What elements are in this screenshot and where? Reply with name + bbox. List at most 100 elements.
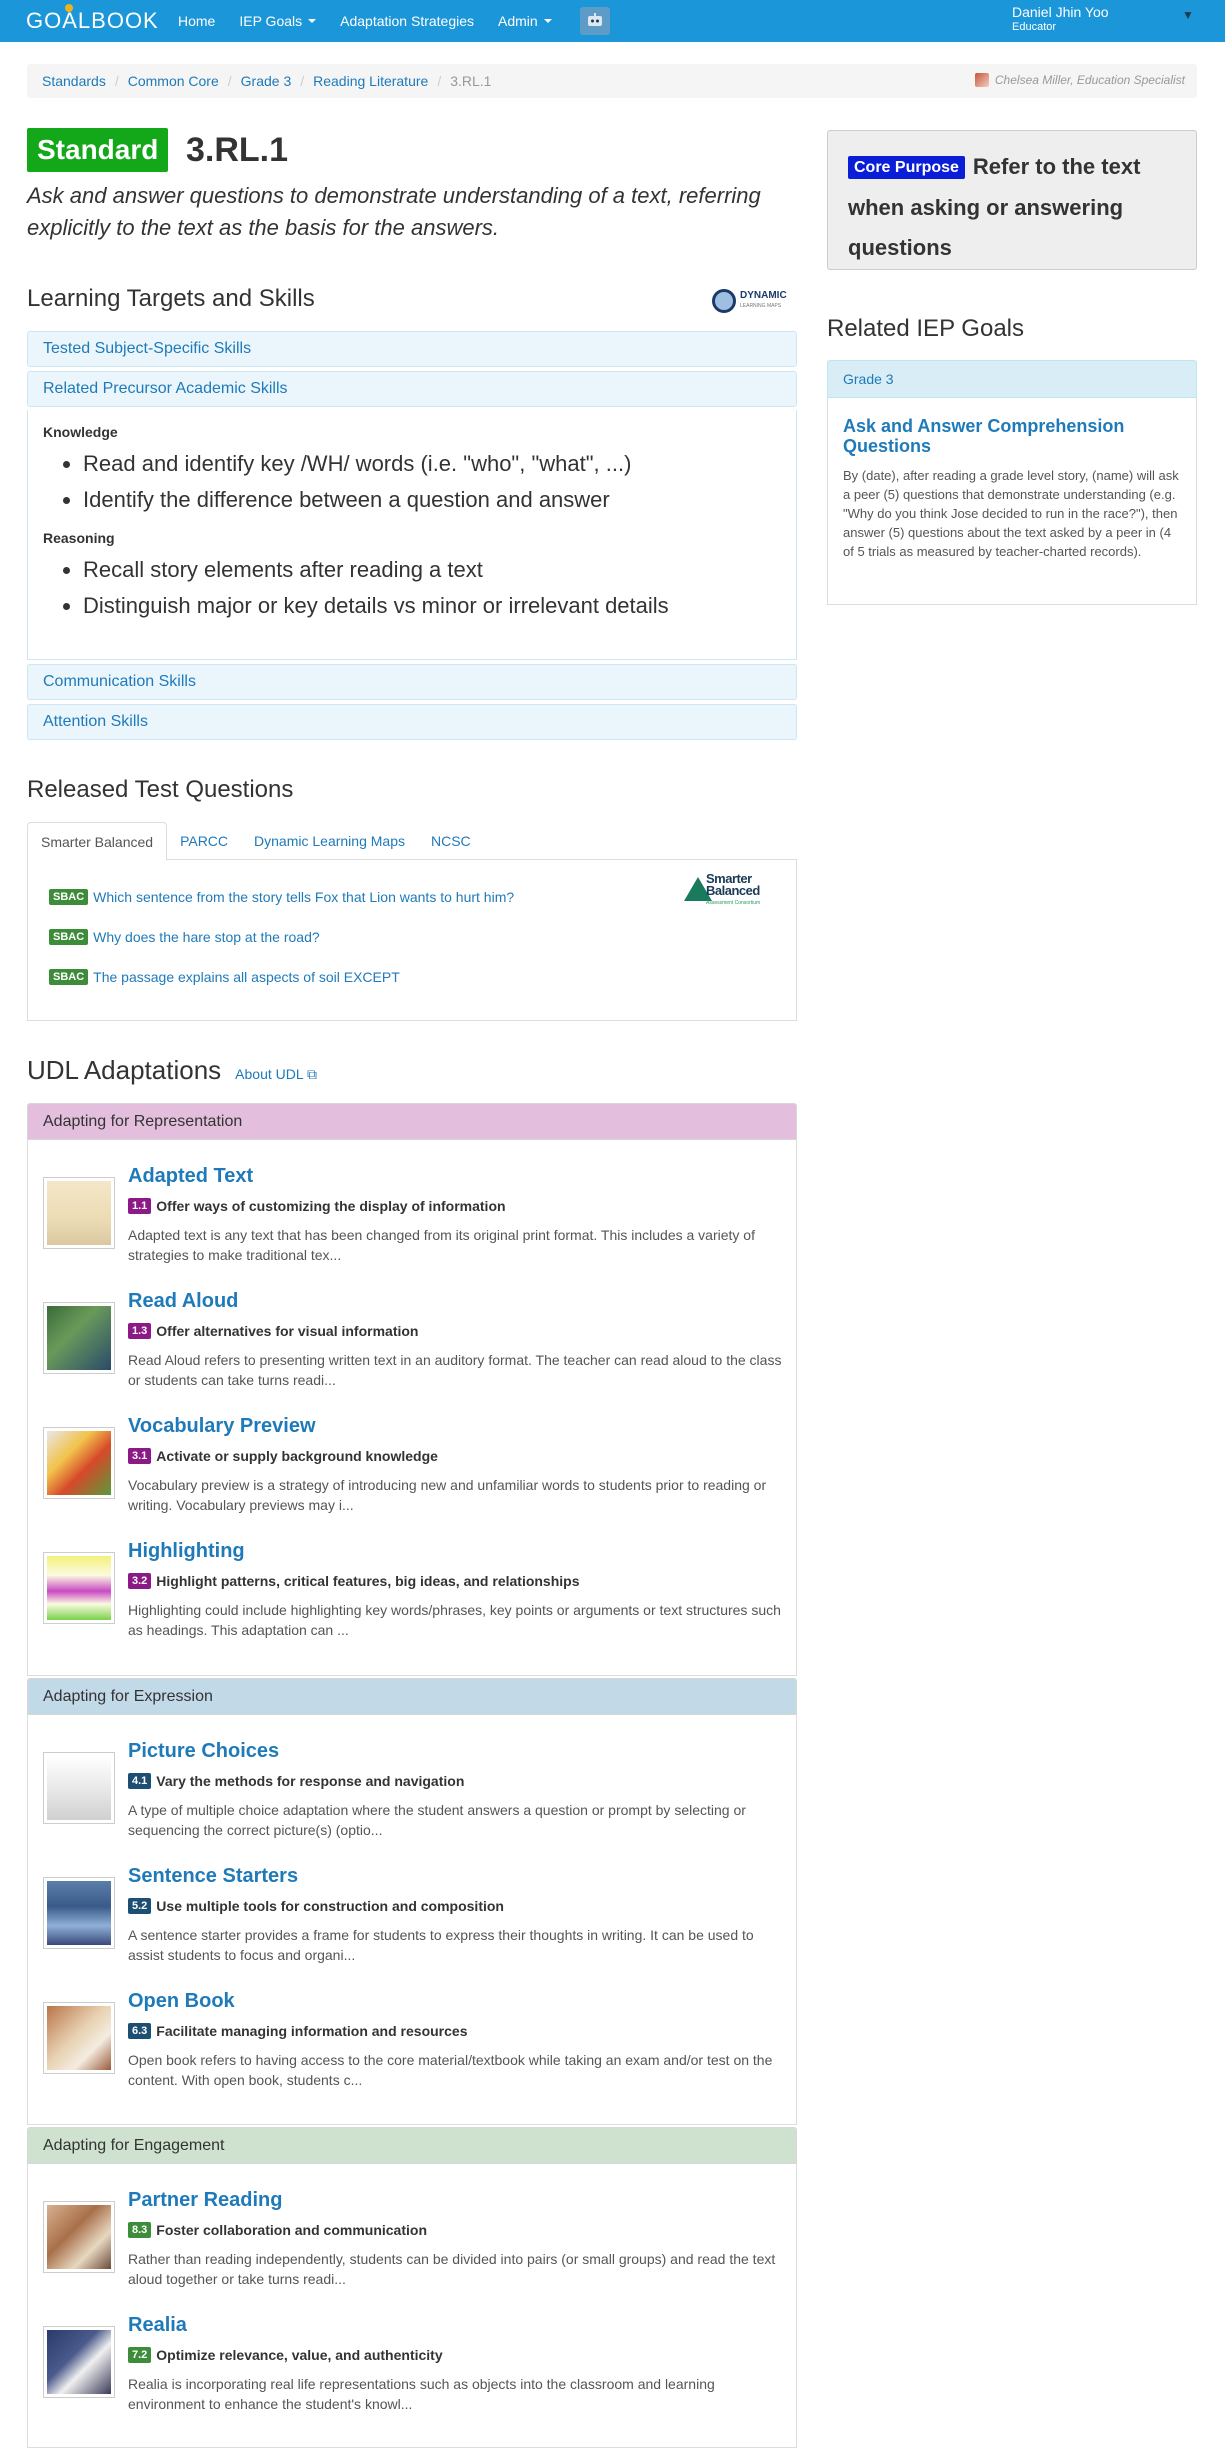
core-purpose-badge: Core Purpose [848,156,965,180]
udl-code-badge: 5.2 [128,1898,152,1914]
udl-item-description: Highlighting could include highlighting … [128,1602,781,1638]
breadcrumb-grade[interactable]: Grade 3 [241,73,292,89]
picture-choices-thumbnail[interactable] [43,1752,115,1824]
breadcrumb-current: 3.RL.1 [450,73,492,89]
read-aloud-thumbnail[interactable] [43,1302,115,1374]
udl-item[interactable]: Read Aloud 1.3 Offer alternatives for vis… [43,1290,783,1410]
udl-principle: 3.2 Highlight patterns, critical features… [128,1573,580,1589]
panel-attention-skills-label: Attention Skills [43,713,148,730]
test-question-link[interactable]: Which sentence from the story tells Fox … [93,889,514,905]
udl-principle: 4.1 Vary the methods for response and nav… [128,1773,464,1789]
test-question-link[interactable]: The passage explains all aspects of soil… [93,969,400,985]
udl-item-description: Vocabulary preview is a strategy of intr… [128,1477,767,1513]
udl-item-title[interactable]: Sentence Starters [128,1865,298,1888]
author-name: Chelsea Miller, Education Specialist [994,73,1185,87]
udl-item-description: A sentence starter provides a frame for … [128,1927,754,1963]
udl-item-title[interactable]: Highlighting [128,1540,245,1563]
vocabulary-preview-thumbnail[interactable] [43,1427,115,1499]
udl-item[interactable]: Open Book 6.3 Facilitate managing informa… [43,1990,783,2110]
realia-thumbnail[interactable] [43,2326,115,2398]
smarter-balanced-panel: Smarter Balanced Assessment Consortium SB… [27,859,797,1021]
robot-icon-button[interactable] [579,7,610,35]
standard-code: 3.RL.1 [186,130,289,169]
udl-group-representation: Adapting for Representation [27,1103,797,1140]
test-question-row[interactable]: SBAC Which sentence from the story tells… [49,889,514,905]
about-udl-link[interactable]: About UDL ⧉ [235,1066,317,1083]
iep-goal-title[interactable]: Ask and Answer Comprehension Questions [843,416,1181,456]
udl-item[interactable]: Realia 7.2 Optimize relevance, value, and… [43,2314,783,2434]
udl-item-title[interactable]: Open Book [128,1990,235,2013]
udl-item-title[interactable]: Realia [128,2314,187,2337]
user-menu-caret-icon[interactable]: ▼ [1182,8,1194,22]
knowledge-label: Knowledge [43,424,118,440]
user-menu[interactable]: Daniel Jhin Yoo Educator [1012,4,1109,34]
iep-goal-text: By (date), after reading a grade level s… [843,468,1179,559]
udl-item[interactable]: Vocabulary Preview 3.1 Activate or supply… [43,1415,783,1535]
udl-item[interactable]: Partner Reading 8.3 Foster collaboration … [43,2189,783,2309]
udl-group-engagement: Adapting for Engagement [27,2127,797,2164]
nav-iep-goals[interactable]: IEP Goals [227,0,328,42]
panel-tested-skills[interactable]: Tested Subject-Specific Skills [27,331,797,367]
tab-dynamic-learning-maps[interactable]: Dynamic Learning Maps [241,822,418,860]
test-tabs: Smarter Balanced PARCC Dynamic Learning … [27,822,797,861]
udl-principle-text: Facilitate managing information and reso… [156,2023,468,2039]
standard-badge: Standard [27,128,169,172]
udl-principle: 6.3 Facilitate managing information and r… [128,2023,467,2039]
udl-item-title[interactable]: Partner Reading [128,2189,282,2212]
breadcrumb-reading-literature[interactable]: Reading Literature [313,73,428,89]
udl-code-badge: 3.1 [128,1448,152,1464]
highlighting-thumbnail[interactable] [43,1552,115,1624]
udl-item-description: Rather than reading independently, stude… [128,2251,776,2287]
breadcrumb-common-core[interactable]: Common Core [128,73,219,89]
udl-item[interactable]: Highlighting 3.2 Highlight patterns, crit… [43,1540,783,1660]
related-iep-goals-title: Related IEP Goals [827,315,1025,342]
udl-item[interactable]: Adapted Text 1.1 Offer ways of customizin… [43,1165,783,1285]
udl-principle-text: Highlight patterns, critical features, b… [156,1573,580,1589]
udl-principle: 7.2 Optimize relevance, value, and authen… [128,2347,443,2363]
dynamic-learning-maps-logo: DYNAMIC LEARNING MAPS [712,286,792,316]
udl-item-title[interactable]: Read Aloud [128,1290,238,1313]
breadcrumb-standards[interactable]: Standards [42,73,106,89]
udl-code-badge: 4.1 [128,1773,152,1789]
open-book-thumbnail[interactable] [43,2002,115,2074]
udl-item-description: Open book refers to having access to the… [128,2052,773,2088]
udl-principle-text: Foster collaboration and communication [156,2222,427,2238]
udl-item[interactable]: Picture Choices 4.1 Vary the methods for … [43,1740,783,1860]
list-item: Read and identify key /WH/ words (i.e. "… [83,446,781,482]
nav-admin-label: Admin [498,13,538,29]
nav-admin[interactable]: Admin [486,0,564,42]
udl-code-badge: 8.3 [128,2222,152,2238]
udl-code-badge: 7.2 [128,2347,152,2363]
nav-adaptation-strategies[interactable]: Adaptation Strategies [328,0,486,42]
test-question-row[interactable]: SBAC The passage explains all aspects of… [49,969,400,985]
udl-item[interactable]: Sentence Starters 5.2 Use multiple tools … [43,1865,783,1985]
udl-group-representation-body: Adapted Text 1.1 Offer ways of customizin… [27,1140,797,1676]
test-question-link[interactable]: Why does the hare stop at the road? [93,929,319,945]
tab-ncsc[interactable]: NCSC [418,822,484,860]
udl-item-description: A type of multiple choice adaptation whe… [128,1802,746,1838]
iep-grade-tab[interactable]: Grade 3 [827,360,1197,398]
udl-item-title[interactable]: Picture Choices [128,1740,279,1763]
goalbook-logo[interactable]: GO A LBOOK [26,0,166,42]
sentence-starters-thumbnail[interactable] [43,1877,115,1949]
learning-targets-title: Learning Targets and Skills [27,285,315,312]
panel-precursor-skills[interactable]: Related Precursor Academic Skills [27,371,797,407]
udl-code-badge: 1.3 [128,1323,152,1339]
tab-smarter-balanced[interactable]: Smarter Balanced [27,822,168,861]
breadcrumb-separator: / [114,73,119,89]
panel-communication-skills[interactable]: Communication Skills [27,664,797,700]
udl-code-badge: 1.1 [128,1198,152,1214]
nav-home[interactable]: Home [166,0,227,42]
udl-item-title[interactable]: Vocabulary Preview [128,1415,316,1438]
udl-principle-text: Vary the methods for response and naviga… [156,1773,465,1789]
udl-principle-text: Offer alternatives for visual informatio… [156,1323,419,1339]
panel-attention-skills[interactable]: Attention Skills [27,704,797,740]
udl-item-title[interactable]: Adapted Text [128,1165,253,1188]
breadcrumb: Standards / Common Core / Grade 3 / Read… [27,64,1197,98]
partner-reading-thumbnail[interactable] [43,2201,115,2273]
test-question-row[interactable]: SBAC Why does the hare stop at the road? [49,929,320,945]
tab-parcc[interactable]: PARCC [167,822,241,860]
user-name: Daniel Jhin Yoo [1012,4,1109,20]
nav-home-label: Home [178,13,216,29]
adapted-text-thumbnail[interactable] [43,1177,115,1249]
